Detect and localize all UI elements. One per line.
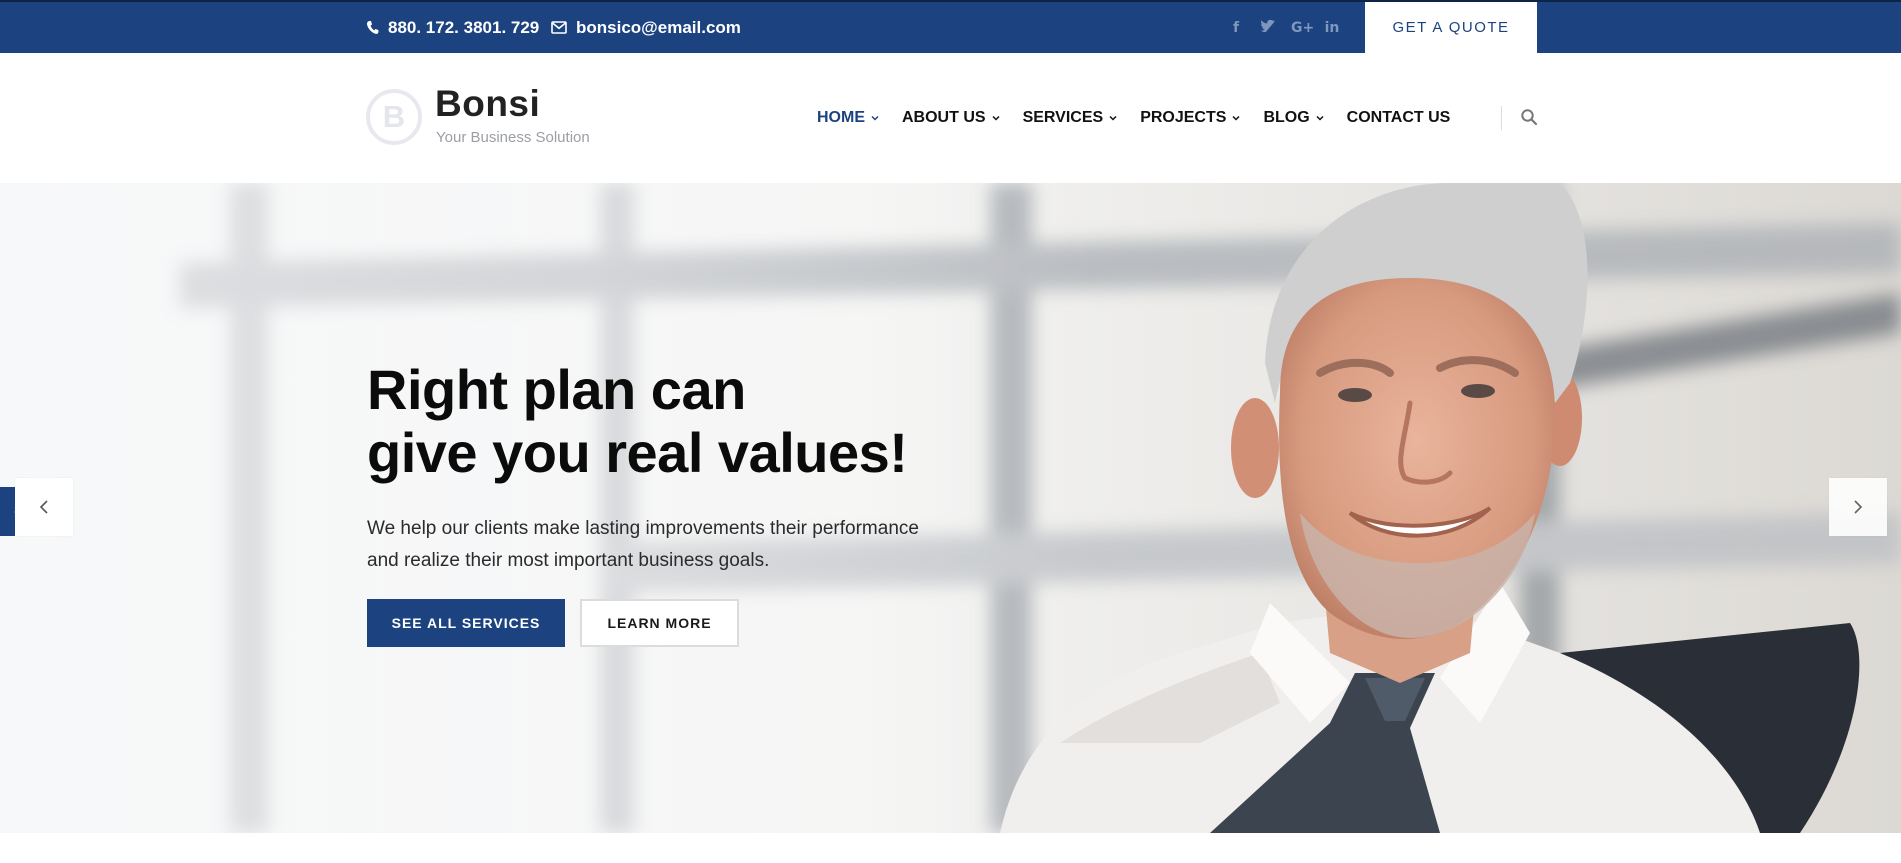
hero-heading: Right plan can give you real values! xyxy=(367,358,1067,484)
chevron-left-icon xyxy=(39,500,48,514)
slider-next-button[interactable] xyxy=(1829,478,1887,536)
email-contact[interactable]: bonsico@email.com xyxy=(551,2,741,53)
top-bar: 880. 172. 3801. 729 bonsico@email.com f … xyxy=(0,0,1901,53)
nav-item-projects[interactable]: PROJECTS xyxy=(1140,109,1240,127)
nav-item-home[interactable]: HOME xyxy=(817,109,879,127)
chevron-down-icon xyxy=(1109,115,1117,121)
hero-description-line: We help our clients make lasting improve… xyxy=(367,518,919,539)
google-plus-icon[interactable]: G+ xyxy=(1291,20,1314,36)
search-button[interactable] xyxy=(1520,108,1540,128)
chevron-right-icon xyxy=(1854,500,1863,514)
nav-item-label: CONTACT US xyxy=(1346,109,1451,126)
hero-heading-line: give you real values! xyxy=(367,421,908,484)
chevron-down-icon xyxy=(992,115,1000,121)
phone-contact[interactable]: 880. 172. 3801. 729 xyxy=(366,2,539,53)
hero-description-line: and realize their most important busines… xyxy=(367,550,770,571)
nav-item-services[interactable]: SERVICES xyxy=(1023,109,1118,127)
phone-number: 880. 172. 3801. 729 xyxy=(388,17,540,37)
brand-tagline: Your Business Solution xyxy=(436,129,590,146)
main-nav: HOME ABOUT US SERVICES PROJECTS BLOG CON… xyxy=(817,53,1473,183)
see-all-services-button[interactable]: SEE ALL SERVICES xyxy=(367,599,565,647)
nav-item-label: SERVICES xyxy=(1022,109,1104,126)
nav-item-contact-us[interactable]: CONTACT US xyxy=(1347,109,1451,127)
get-a-quote-button[interactable]: GET A QUOTE xyxy=(1365,2,1537,53)
nav-divider xyxy=(1501,106,1502,130)
slider-prev-button[interactable] xyxy=(15,478,73,536)
twitter-icon[interactable] xyxy=(1259,19,1277,36)
logo-icon[interactable]: B xyxy=(366,89,422,145)
chevron-down-icon xyxy=(871,115,879,121)
phone-icon xyxy=(366,21,379,34)
site-header: B Bonsi Your Business Solution HOME ABOU… xyxy=(0,53,1901,183)
learn-more-button[interactable]: LEARN MORE xyxy=(580,599,739,647)
linkedin-icon[interactable]: in xyxy=(1323,20,1341,36)
hero-slider: Right plan can give you real values! We … xyxy=(0,183,1901,833)
email-address: bonsico@email.com xyxy=(576,17,741,37)
nav-item-label: BLOG xyxy=(1263,109,1310,126)
nav-item-about-us[interactable]: ABOUT US xyxy=(902,109,1000,127)
hero-heading-line: Right plan can xyxy=(367,358,746,421)
chevron-down-icon xyxy=(1232,115,1240,121)
chevron-down-icon xyxy=(1316,115,1324,121)
hero-description: We help our clients make lasting improve… xyxy=(367,513,947,577)
nav-item-label: HOME xyxy=(817,109,865,126)
hero-background-image xyxy=(0,183,1901,833)
facebook-icon[interactable]: f xyxy=(1227,20,1245,36)
nav-item-blog[interactable]: BLOG xyxy=(1263,109,1324,127)
social-links: f G+ in xyxy=(1227,2,1341,53)
nav-item-label: ABOUT US xyxy=(902,109,986,126)
envelope-icon xyxy=(551,21,567,34)
brand-name[interactable]: Bonsi xyxy=(435,83,540,125)
search-icon xyxy=(1521,109,1538,126)
nav-item-label: PROJECTS xyxy=(1140,109,1227,126)
